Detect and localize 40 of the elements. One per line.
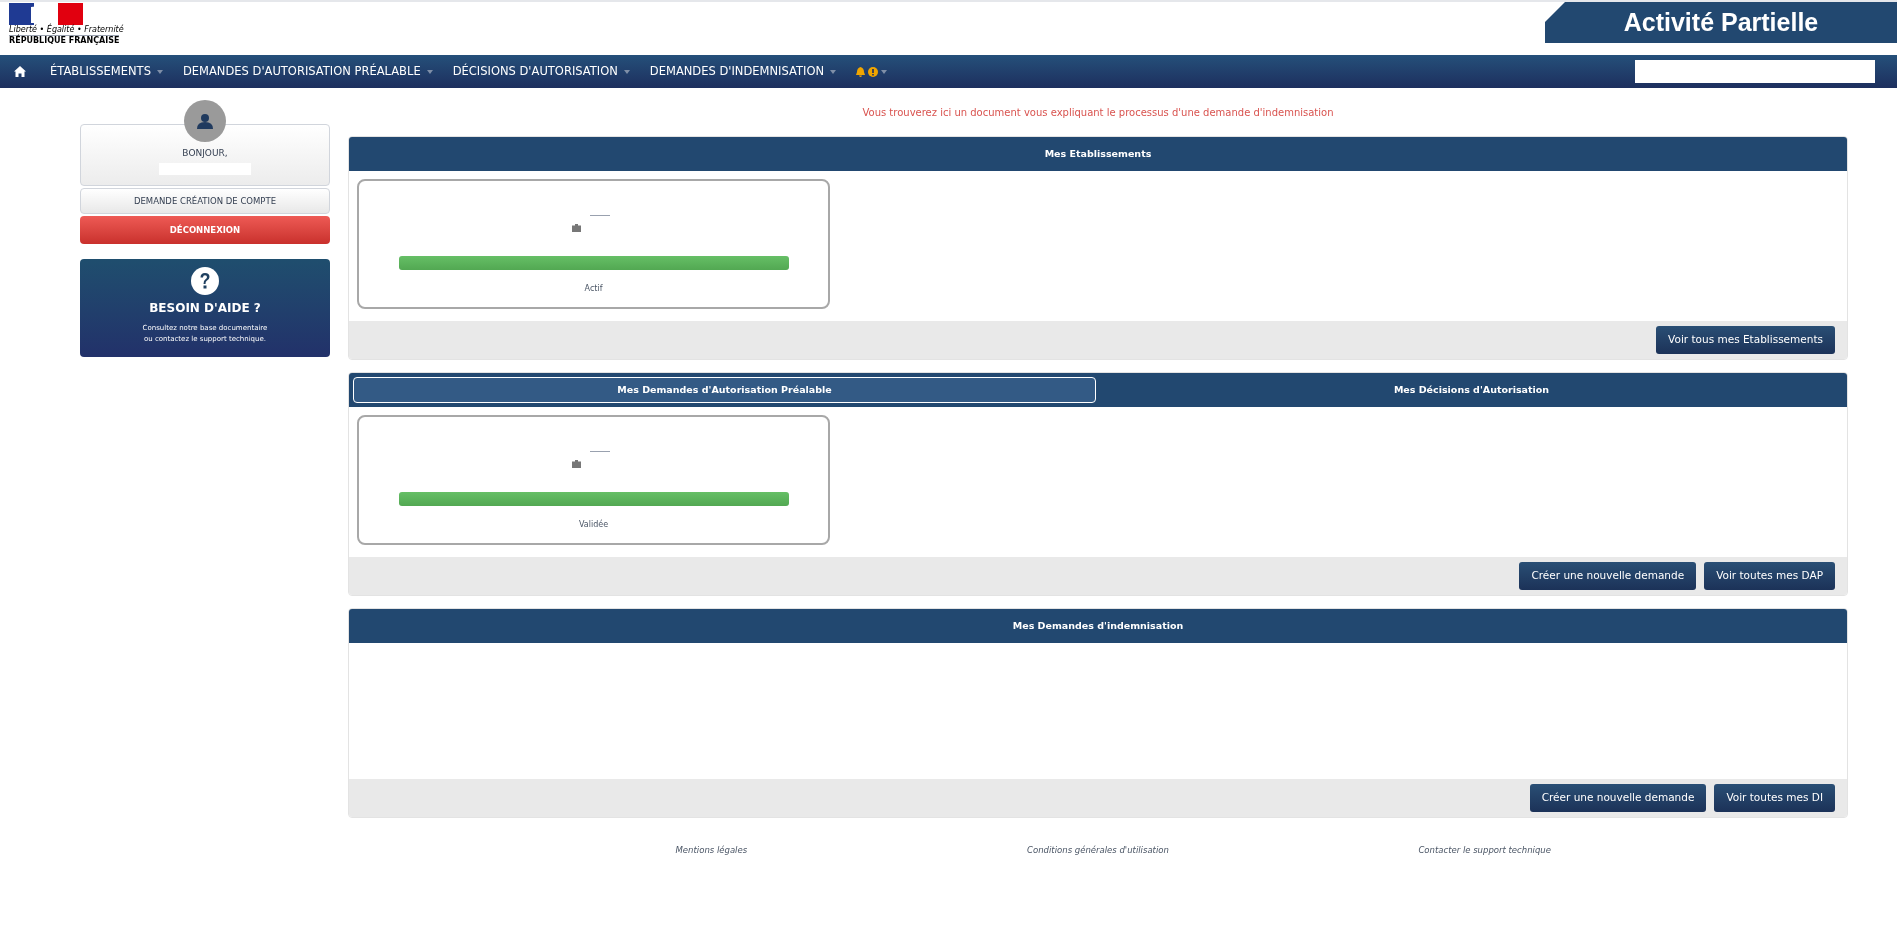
action-button[interactable]: Créer une nouvelle demande bbox=[1519, 562, 1697, 590]
motto-text: Liberté • Égalité • Fraternité bbox=[9, 25, 124, 34]
caret-icon bbox=[426, 69, 433, 74]
nav-menu[interactable]: DÉCISIONS D'AUTORISATION bbox=[442, 55, 640, 88]
home-icon bbox=[14, 66, 26, 77]
caret-icon bbox=[156, 69, 163, 74]
action-button[interactable]: Voir tous mes Etablissements bbox=[1656, 326, 1835, 354]
panel-tab[interactable]: Mes Décisions d'Autorisation bbox=[1100, 377, 1843, 403]
greeting-text: BONJOUR, bbox=[182, 147, 228, 160]
nav-menu[interactable]: ÉTABLISSEMENTS bbox=[40, 55, 173, 88]
account-request-button[interactable]: DEMANDE CRÉATION DE COMPTE bbox=[80, 188, 330, 214]
footer-link[interactable]: Contacter le support technique bbox=[1418, 844, 1551, 857]
search-field[interactable] bbox=[1635, 60, 1875, 83]
footer-link[interactable]: Mentions légales bbox=[675, 844, 748, 857]
action-button[interactable]: Voir toutes mes DAP bbox=[1704, 562, 1835, 590]
status-label: Actif bbox=[584, 283, 603, 295]
action-button[interactable]: Créer une nouvelle demande bbox=[1529, 784, 1707, 812]
caret-icon bbox=[881, 69, 888, 74]
footer-link[interactable]: Conditions générales d'utilisation bbox=[1027, 844, 1169, 857]
flag-icon bbox=[9, 3, 83, 25]
panel-tab[interactable]: Mes Demandes d'Autorisation Préalable bbox=[353, 377, 1096, 403]
nav-menu[interactable]: DEMANDES D'AUTORISATION PRÉALABLE bbox=[172, 55, 443, 88]
bell-icon bbox=[856, 66, 866, 77]
avatar-icon bbox=[184, 100, 226, 142]
caret-icon bbox=[830, 69, 837, 74]
notice-link[interactable]: Vous trouverez ici un document vous expliquant le processus d'une demande d'indemnisation bbox=[862, 105, 1334, 120]
panel-title: Mes Demandes d'indemnisation bbox=[1011, 618, 1185, 633]
app-title: Activité Partielle bbox=[1623, 6, 1819, 38]
briefcase-icon bbox=[572, 224, 581, 232]
nav-menu[interactable]: DEMANDES D'INDEMNISATION bbox=[639, 55, 847, 88]
logout-button[interactable]: DÉCONNEXION bbox=[80, 216, 330, 244]
republic-text: RÉPUBLIQUE FRANÇAISE bbox=[9, 35, 120, 46]
action-button[interactable]: Voir toutes mes DI bbox=[1714, 784, 1835, 812]
warning-icon bbox=[868, 66, 879, 77]
help-title: BESOIN D'AIDE ? bbox=[149, 300, 261, 317]
caret-icon bbox=[623, 69, 630, 74]
status-label: Validée bbox=[578, 519, 609, 531]
help-icon bbox=[190, 266, 220, 296]
panel-title: Mes Etablissements bbox=[1043, 146, 1153, 161]
briefcase-icon bbox=[572, 460, 581, 468]
